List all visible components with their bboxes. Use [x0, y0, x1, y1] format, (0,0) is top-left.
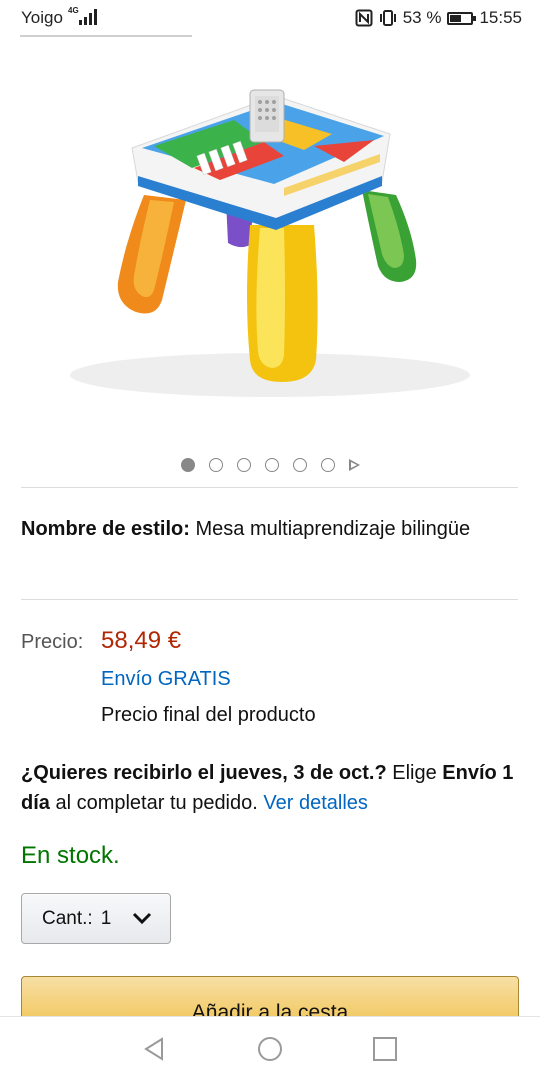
delivery-message: ¿Quieres recibirlo el jueves, 3 de oct.?… — [21, 758, 521, 818]
carousel-dot[interactable] — [208, 458, 223, 472]
style-label: Nombre de estilo: — [21, 518, 190, 540]
see-details-link[interactable]: Ver detalles — [263, 792, 368, 814]
activity-table-image — [70, 89, 470, 397]
vibrate-icon — [379, 10, 396, 26]
delivery-checkout-text: al completar tu pedido. — [49, 792, 264, 814]
product-image[interactable] — [14, 50, 526, 430]
home-circle-icon[interactable] — [256, 1035, 284, 1063]
status-icons: 53 % 15:55 — [355, 8, 522, 28]
battery-icon — [447, 11, 477, 25]
price-label: Precio: — [21, 631, 84, 653]
battery-percent: 53 % — [402, 8, 442, 27]
back-triangle-icon[interactable] — [141, 1035, 169, 1063]
style-value: Mesa multiaprendizaje bilingüe — [195, 518, 471, 540]
carousel-dot[interactable] — [264, 458, 279, 472]
carousel-next-icon[interactable] — [348, 459, 360, 471]
delivery-question: ¿Quieres recibirlo el jueves, 3 de oct.? — [21, 762, 387, 784]
style-name: Nombre de estilo: Mesa multiaprendizaje … — [21, 514, 511, 544]
nfc-icon — [355, 9, 373, 27]
signal-icon — [79, 9, 97, 25]
clock: 15:55 — [479, 8, 522, 27]
divider — [21, 487, 518, 488]
quantity-select[interactable]: Cant.: 1 — [21, 893, 171, 944]
free-shipping-link[interactable]: Envío GRATIS — [101, 668, 231, 691]
recents-square-icon[interactable] — [371, 1035, 399, 1063]
stock-status: En stock. — [21, 842, 120, 869]
final-price-note: Precio final del producto — [101, 704, 316, 726]
scroll-indicator — [20, 35, 192, 37]
carousel-dot[interactable] — [292, 458, 307, 472]
carrier-name: Yoigo — [21, 8, 63, 27]
image-carousel-dots[interactable] — [0, 456, 540, 474]
carousel-dot[interactable] — [320, 458, 335, 472]
quantity-label: Cant.: — [42, 907, 93, 929]
price-value: 58,49 € — [101, 627, 182, 654]
carousel-dot[interactable] — [236, 458, 251, 472]
divider — [21, 599, 518, 600]
carousel-dot[interactable] — [180, 458, 195, 472]
navigation-bar — [0, 1016, 540, 1080]
chevron-down-icon — [132, 912, 152, 925]
quantity-value: 1 — [100, 907, 112, 929]
status-bar: Yoigo 4G 53 % 15:55 — [0, 0, 540, 36]
delivery-choose-text: Elige — [386, 762, 443, 784]
